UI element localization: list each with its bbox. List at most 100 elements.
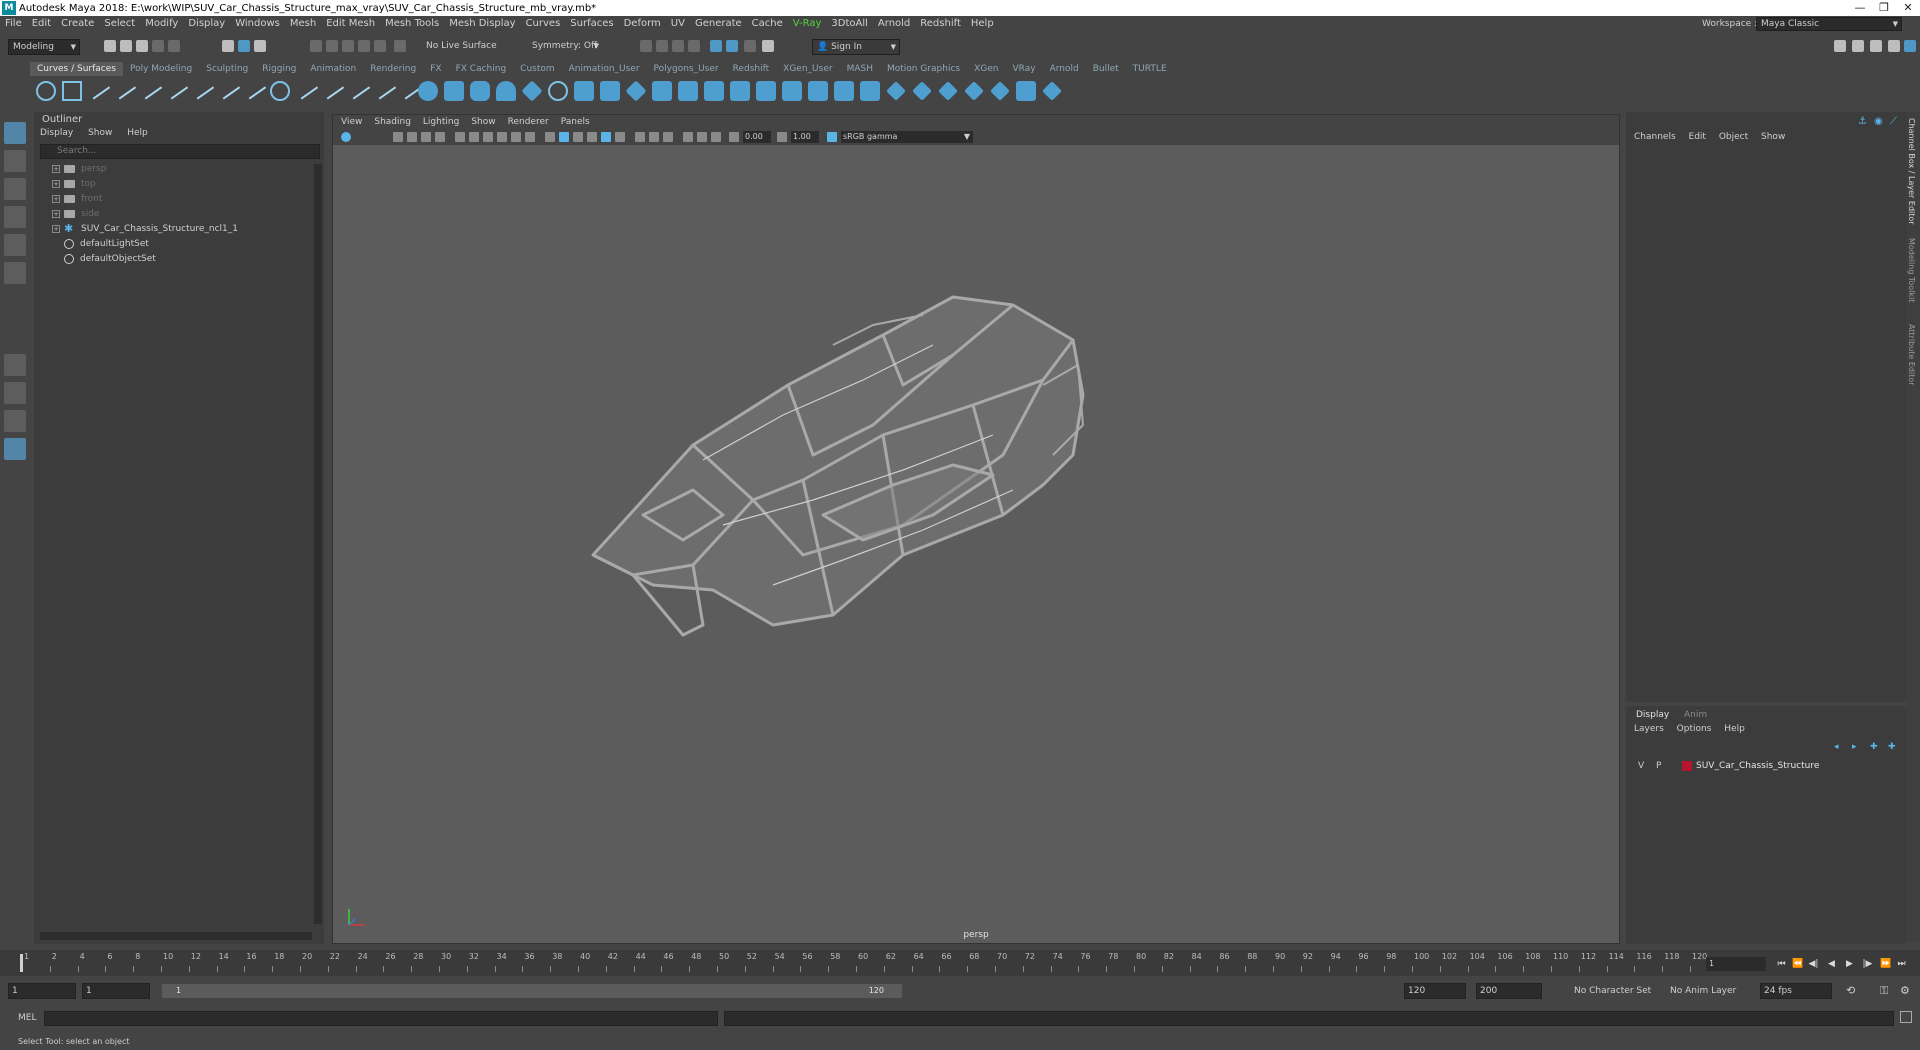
shelf-tab-animation-user[interactable]: Animation_User — [562, 62, 647, 76]
shelf-tab-xgen-user[interactable]: XGen_User — [776, 62, 839, 76]
menu-generate[interactable]: Generate — [690, 16, 747, 32]
menu-modify[interactable]: Modify — [140, 16, 183, 32]
menu-mesh[interactable]: Mesh — [285, 16, 321, 32]
menu-3dtoall[interactable]: 3DtoAll — [826, 16, 873, 32]
fps-dropdown[interactable]: 24 fps — [1760, 983, 1832, 999]
menu-file[interactable]: File — [0, 16, 27, 32]
modeling-toolkit-icon[interactable] — [1904, 40, 1916, 52]
move-layer-up-icon[interactable]: ◂ — [1834, 742, 1839, 752]
shelf-tab-fx-caching[interactable]: FX Caching — [449, 62, 514, 76]
curve-tool-icon[interactable] — [215, 76, 241, 100]
textured-icon[interactable] — [587, 132, 597, 142]
shelf-tab-animation[interactable]: Animation — [303, 62, 363, 76]
rotate-tool-icon[interactable] — [4, 234, 26, 256]
range-slider[interactable]: 1 120 — [162, 984, 902, 998]
menu-curves[interactable]: Curves — [521, 16, 566, 32]
time-slider[interactable]: 1 2 4 6 8 10 12 14 16 18 20 22 24 26 28 30 32 34 36 38 40 42 4… — [0, 950, 1920, 976]
motion-blur-icon[interactable] — [649, 132, 659, 142]
grid-icon[interactable] — [455, 132, 465, 142]
outliner-horizontal-scrollbar[interactable] — [40, 932, 312, 940]
outliner-menu-display[interactable]: Display — [40, 128, 73, 138]
menu-mesh-tools[interactable]: Mesh Tools — [380, 16, 444, 32]
anim-layer-dropdown[interactable]: No Anim Layer — [1670, 986, 1736, 996]
safe-action-icon[interactable] — [525, 132, 535, 142]
nurbs-circle-icon[interactable] — [36, 81, 56, 101]
undo-icon[interactable] — [152, 40, 164, 52]
rebuild-surface-icon[interactable] — [1016, 81, 1036, 101]
expand-icon[interactable]: + — [52, 164, 60, 173]
shelf-tab-redshift[interactable]: Redshift — [726, 62, 777, 76]
snap-point-icon[interactable] — [342, 40, 354, 52]
revolve-icon[interactable] — [574, 81, 594, 101]
nurbs-plane-icon[interactable] — [521, 80, 543, 102]
playback-start-field[interactable]: 1 — [82, 983, 150, 999]
extrude-icon[interactable] — [652, 81, 672, 101]
select-component-icon[interactable] — [254, 40, 266, 52]
outliner-item-top[interactable]: + top — [52, 177, 96, 192]
lights-icon[interactable] — [601, 132, 611, 142]
menu-vray[interactable]: V-Ray — [788, 16, 827, 32]
xray-icon[interactable] — [697, 132, 707, 142]
channel-box-menu-object[interactable]: Object — [1719, 132, 1748, 142]
xray-joints-icon[interactable] — [711, 132, 721, 142]
outliner-menu-help[interactable]: Help — [127, 128, 148, 138]
snap-together-icon[interactable] — [394, 40, 406, 52]
gamma-icon[interactable] — [777, 132, 787, 142]
nurbs-square-icon[interactable] — [62, 81, 82, 101]
offset-curve-icon[interactable] — [345, 76, 371, 100]
ambient-occlusion-icon[interactable] — [635, 132, 645, 142]
extend-surface-icon[interactable] — [990, 81, 1010, 101]
extend-curve-icon[interactable] — [319, 76, 345, 100]
planar-icon[interactable] — [625, 80, 647, 102]
birail-icon[interactable] — [678, 81, 698, 101]
bevel-plus-icon[interactable] — [704, 81, 724, 101]
step-back-key-icon[interactable]: ⏪ — [1792, 959, 1803, 970]
menu-help[interactable]: Help — [966, 16, 999, 32]
play-forwards-icon[interactable]: ▶ — [1844, 959, 1855, 970]
shelf-tab-turtle[interactable]: TURTLE — [1126, 62, 1174, 76]
outliner-item-persp[interactable]: + persp — [52, 162, 106, 177]
nurbs-cube-icon[interactable] — [444, 81, 464, 101]
snap-view-icon[interactable] — [358, 40, 370, 52]
boundary-icon[interactable] — [730, 81, 750, 101]
side-tab-modeling-toolkit[interactable]: Modeling Toolkit — [1907, 238, 1916, 302]
resolution-gate-icon[interactable] — [483, 132, 493, 142]
mel-label[interactable]: MEL — [18, 1013, 36, 1023]
layer-menu-layers[interactable]: Layers — [1634, 724, 1664, 734]
ipr-render-icon[interactable] — [672, 40, 684, 52]
layer-tab-anim[interactable]: Anim — [1678, 709, 1713, 721]
shelf-tab-mash[interactable]: MASH — [840, 62, 880, 76]
tool-settings-icon[interactable] — [1852, 40, 1864, 52]
go-to-start-icon[interactable]: ⏮ — [1776, 959, 1787, 970]
channel-box-menu-show[interactable]: Show — [1761, 132, 1785, 142]
menu-uv[interactable]: UV — [666, 16, 690, 32]
wireframe-on-shaded-icon[interactable] — [573, 132, 583, 142]
layer-visibility-toggle[interactable]: V — [1638, 758, 1644, 774]
viewport-menu-panels[interactable]: Panels — [561, 115, 590, 129]
symmetry-dropdown[interactable]: Symmetry: Off ▼ — [528, 39, 602, 55]
select-tool-icon[interactable] — [4, 122, 26, 144]
shelf-tab-custom[interactable]: Custom — [513, 62, 561, 76]
character-set-dropdown[interactable]: No Character Set — [1574, 986, 1651, 996]
isolate-select-icon[interactable] — [683, 132, 693, 142]
step-back-frame-icon[interactable]: ◀| — [1808, 959, 1819, 970]
new-scene-icon[interactable] — [104, 40, 116, 52]
mel-input[interactable] — [44, 1011, 718, 1026]
image-plane-icon[interactable] — [407, 132, 417, 142]
move-layer-down-icon[interactable]: ▸ — [1852, 742, 1857, 752]
menu-windows[interactable]: Windows — [230, 16, 285, 32]
outliner-item-default-object-set[interactable]: defaultObjectSet — [64, 252, 156, 267]
shelf-tab-xgen[interactable]: XGen — [967, 62, 1005, 76]
attach-curves-icon[interactable] — [241, 76, 267, 100]
menu-cache[interactable]: Cache — [747, 16, 788, 32]
field-chart-icon[interactable] — [511, 132, 521, 142]
shelf-tab-poly-modeling[interactable]: Poly Modeling — [123, 62, 199, 76]
attach-surfaces-icon[interactable] — [886, 81, 906, 101]
lasso-tool-icon[interactable] — [4, 150, 26, 172]
loop-icon[interactable]: ⟲ — [1846, 984, 1855, 997]
side-tab-attribute-editor[interactable]: Attribute Editor — [1907, 324, 1916, 386]
outliner-layout-icon[interactable] — [4, 438, 26, 460]
camera-attributes-icon[interactable] — [341, 132, 351, 142]
expand-icon[interactable]: + — [52, 224, 60, 233]
view-transform-dropdown[interactable]: sRGB gamma ▼ — [841, 131, 973, 143]
